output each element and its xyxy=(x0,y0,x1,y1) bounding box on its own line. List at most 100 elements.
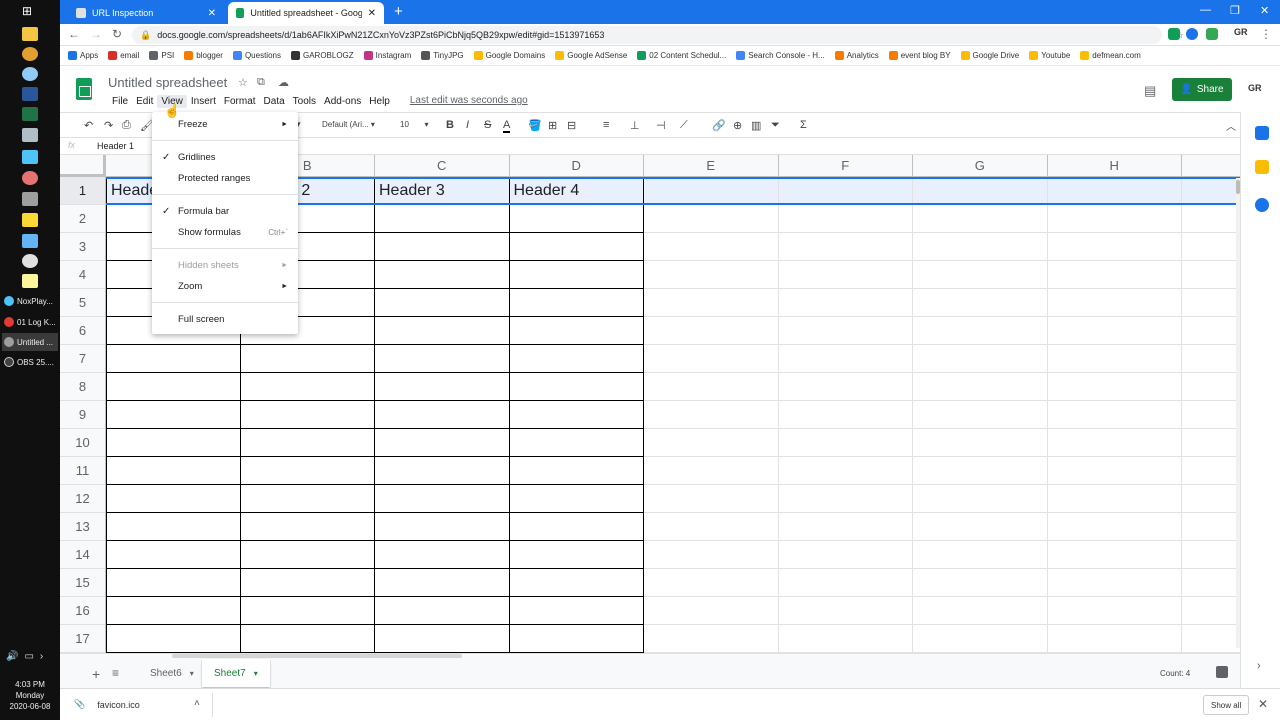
cell[interactable] xyxy=(1182,625,1240,653)
bookmark-item[interactable]: Questions xyxy=(232,51,281,60)
cell[interactable] xyxy=(106,513,241,541)
cell[interactable] xyxy=(375,401,510,429)
row-header-14[interactable]: 14 xyxy=(60,541,106,569)
bookmark-item[interactable]: Search Console - H... xyxy=(736,51,825,60)
cell[interactable] xyxy=(509,345,644,373)
cell[interactable] xyxy=(644,289,779,317)
caret-right-icon[interactable]: › xyxy=(40,651,43,662)
cell[interactable] xyxy=(778,317,913,345)
calendar-icon[interactable] xyxy=(1255,126,1269,140)
cell[interactable] xyxy=(375,233,510,261)
more-menu-icon[interactable]: ⋮ xyxy=(1260,27,1272,41)
select-all-corner[interactable] xyxy=(60,155,106,177)
windows-start-icon[interactable]: ⊞ xyxy=(22,4,38,18)
file-explorer-icon[interactable] xyxy=(22,27,38,41)
taskbar-app-log[interactable]: 01 Log K... xyxy=(2,313,58,331)
app-icon[interactable] xyxy=(22,254,38,268)
cell[interactable] xyxy=(106,429,241,457)
cell[interactable] xyxy=(778,233,913,261)
tasks-icon[interactable] xyxy=(1255,198,1269,212)
maximize-icon[interactable]: ❐ xyxy=(1230,4,1240,17)
word-icon[interactable] xyxy=(22,87,38,101)
menu-format[interactable]: Format xyxy=(220,95,260,108)
back-icon[interactable]: ← xyxy=(68,27,80,41)
row-header-11[interactable]: 11 xyxy=(60,457,106,485)
app-icon[interactable] xyxy=(22,128,38,142)
cell[interactable] xyxy=(509,373,644,401)
cell[interactable] xyxy=(778,513,913,541)
bookmark-item[interactable]: Analytics xyxy=(834,51,879,60)
bookmark-item[interactable]: email xyxy=(108,51,139,60)
bookmark-item[interactable]: Google Drive xyxy=(960,51,1019,60)
chrome-icon[interactable] xyxy=(22,171,38,185)
insert-chart-icon[interactable]: ▥ xyxy=(751,119,761,132)
keep-icon[interactable] xyxy=(1255,160,1269,174)
cell[interactable] xyxy=(1182,233,1240,261)
row-header-7[interactable]: 7 xyxy=(60,345,106,373)
row-header-15[interactable]: 15 xyxy=(60,569,106,597)
cell[interactable] xyxy=(1047,457,1182,485)
cell[interactable] xyxy=(913,597,1048,625)
star-icon[interactable]: ☆ xyxy=(238,76,248,89)
google-sheets-logo-icon[interactable] xyxy=(76,78,92,100)
cell[interactable] xyxy=(509,233,644,261)
bold-icon[interactable]: B xyxy=(446,119,454,131)
filter-icon[interactable]: ⏷ xyxy=(771,119,780,132)
cell[interactable] xyxy=(913,625,1048,653)
cell[interactable] xyxy=(778,261,913,289)
cell[interactable] xyxy=(644,177,779,205)
close-tab-icon[interactable]: ✕ xyxy=(368,8,376,19)
cell[interactable] xyxy=(375,597,510,625)
cell[interactable] xyxy=(509,513,644,541)
cell[interactable] xyxy=(1182,177,1240,205)
column-header[interactable] xyxy=(1182,155,1240,177)
cell[interactable] xyxy=(913,373,1048,401)
menu-edit[interactable]: Edit xyxy=(132,95,157,108)
sticky-notes-icon[interactable] xyxy=(22,213,38,227)
cell[interactable] xyxy=(375,261,510,289)
taskbar-app-obs[interactable]: OBS 25.... xyxy=(2,353,58,371)
bookmark-item[interactable]: PSI xyxy=(149,51,174,60)
cell[interactable] xyxy=(778,429,913,457)
cell[interactable] xyxy=(509,261,644,289)
cell[interactable] xyxy=(913,177,1048,205)
comments-icon[interactable]: ▤ xyxy=(1144,83,1156,99)
cell[interactable] xyxy=(240,373,375,401)
cell[interactable] xyxy=(375,513,510,541)
cell[interactable] xyxy=(913,513,1048,541)
cell[interactable] xyxy=(1047,177,1182,205)
cell[interactable] xyxy=(644,205,779,233)
cell[interactable] xyxy=(240,485,375,513)
row-header-16[interactable]: 16 xyxy=(60,597,106,625)
fill-color-icon[interactable]: 🪣 xyxy=(528,119,542,132)
chevron-down-icon[interactable]: ▾ xyxy=(254,669,258,678)
cell[interactable] xyxy=(1182,373,1240,401)
extension-icon[interactable] xyxy=(1206,28,1218,40)
cell[interactable] xyxy=(913,401,1048,429)
taskbar-app-noxplayer[interactable]: NoxPlay... xyxy=(2,292,58,310)
cell[interactable] xyxy=(778,485,913,513)
insert-comment-icon[interactable]: ⊕ xyxy=(733,119,742,132)
bookmark-item[interactable]: defmean.com xyxy=(1080,51,1141,60)
move-folder-icon[interactable]: ⧉ xyxy=(257,76,265,89)
vertical-align-icon[interactable]: ⊥ xyxy=(630,119,640,132)
bookmark-item[interactable]: Youtube xyxy=(1029,51,1070,60)
row-header-13[interactable]: 13 xyxy=(60,513,106,541)
cell[interactable] xyxy=(644,345,779,373)
cell[interactable] xyxy=(913,345,1048,373)
show-all-button[interactable]: Show all xyxy=(1203,695,1250,715)
cell[interactable] xyxy=(1047,345,1182,373)
cell[interactable] xyxy=(375,429,510,457)
column-header-d[interactable]: D xyxy=(509,155,644,177)
count-summary[interactable]: Count: 4 xyxy=(1160,669,1190,678)
cell[interactable] xyxy=(913,541,1048,569)
app-icon[interactable] xyxy=(22,67,38,81)
cell[interactable] xyxy=(1182,317,1240,345)
explore-icon[interactable] xyxy=(1216,666,1228,678)
cell[interactable] xyxy=(1182,597,1240,625)
chrome-icon[interactable] xyxy=(22,47,38,61)
cell[interactable] xyxy=(375,373,510,401)
cell[interactable] xyxy=(106,597,241,625)
horizontal-scrollbar[interactable] xyxy=(60,653,462,659)
row-header-2[interactable]: 2 xyxy=(60,205,106,233)
